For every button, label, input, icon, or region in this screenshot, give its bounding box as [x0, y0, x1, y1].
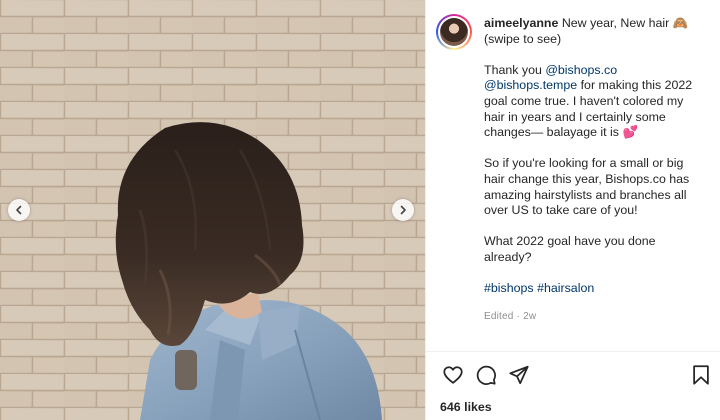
heart-icon — [443, 366, 463, 384]
avatar-image — [440, 18, 468, 46]
caption-line: over US to take care of you! — [484, 203, 638, 218]
post-age[interactable]: 2w — [523, 311, 536, 322]
caption-line: hair in years and I certainly some — [484, 109, 666, 124]
divider — [426, 351, 720, 352]
comment-bubble-icon — [476, 365, 496, 385]
paper-plane-icon — [509, 365, 529, 385]
caption-line: So if you're looking for a small or big — [484, 156, 684, 171]
mention-bishops-co[interactable]: @bishops.co — [545, 63, 617, 77]
hashtag-hairsalon[interactable]: #hairsalon — [537, 281, 594, 295]
likes-label: likes — [460, 400, 492, 414]
carousel-prev-button[interactable] — [8, 199, 30, 221]
post-meta: Edited · 2w — [484, 309, 716, 325]
save-button[interactable] — [688, 362, 714, 388]
action-bar — [440, 362, 712, 388]
carousel-next-button[interactable] — [392, 199, 414, 221]
caption-line: hair change this year, Bishops.co has — [484, 171, 690, 186]
thanks-text: Thank you — [484, 62, 546, 77]
avatar[interactable] — [436, 14, 472, 50]
thanks-text-rest: for making this 2022 — [577, 78, 693, 93]
mention-bishops-tempe[interactable]: @bishops.tempe — [484, 78, 577, 92]
caption-line: amazing hairstylists and branches all — [484, 187, 687, 202]
comment-button[interactable] — [473, 362, 499, 388]
photo-image — [0, 0, 425, 420]
caption-title: New year, New hair 🙈 — [561, 16, 689, 30]
meta-separator: · — [513, 310, 524, 322]
hashtag-bishops[interactable]: #bishops — [484, 281, 534, 295]
caption-line: goal come true. I haven't colored my — [484, 93, 684, 108]
bookmark-icon — [693, 365, 709, 385]
caption-line: What 2022 goal have you done — [484, 234, 656, 249]
instagram-post: aimeelyanne New year, New hair 🙈 (swipe … — [0, 0, 720, 420]
caption-line: changes— balayage it is 💕 — [484, 125, 638, 140]
chevron-left-icon — [16, 205, 22, 215]
likes-count[interactable]: 646 likes — [440, 400, 492, 414]
username-link[interactable]: aimeelyanne — [484, 16, 558, 30]
caption-subtitle: (swipe to see) — [484, 31, 562, 46]
edited-label: Edited — [484, 310, 514, 322]
caption-line: already? — [484, 249, 532, 264]
likes-number: 646 — [440, 400, 461, 414]
like-button[interactable] — [440, 362, 466, 388]
caption: aimeelyanne New year, New hair 🙈 (swipe … — [484, 16, 716, 324]
post-details-panel: aimeelyanne New year, New hair 🙈 (swipe … — [425, 0, 720, 420]
chevron-right-icon — [400, 205, 406, 215]
post-photo[interactable] — [0, 0, 425, 420]
share-button[interactable] — [506, 362, 532, 388]
